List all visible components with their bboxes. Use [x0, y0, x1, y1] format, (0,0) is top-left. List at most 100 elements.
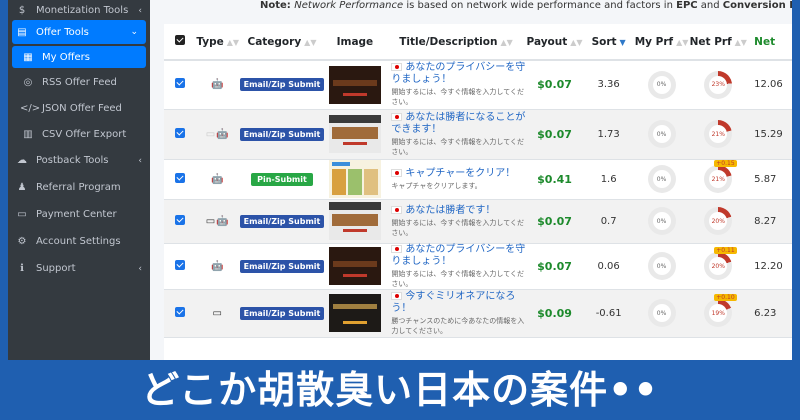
offer-title-text[interactable]: あなたは勝者になることができます！ [391, 112, 525, 135]
offer-title-link[interactable]: あなたのプライバシーを守りましょう！ [391, 244, 526, 268]
android-icon: 🤖 [216, 128, 230, 140]
desktop-icon: ▭ [205, 128, 217, 140]
sidebar-item-account-settings[interactable]: ⚙ Account Settings [8, 228, 150, 255]
col-image: Image [324, 24, 386, 61]
my-prf-cell: 0% [635, 243, 689, 289]
note-and: and [697, 0, 723, 11]
col-net[interactable]: Net [748, 24, 792, 61]
file-icon: ▥ [23, 128, 33, 140]
offer-thumbnail[interactable] [328, 202, 381, 240]
sidebar-item-offer-tools[interactable]: ▤ Offer Tools ⌄ [12, 20, 146, 44]
row-checkbox[interactable] [174, 259, 185, 270]
sort-icon[interactable]: ▲▼ [304, 38, 316, 47]
sort-icon[interactable]: ▲▼ [676, 38, 688, 47]
offer-title-text[interactable]: 今すぐミリオネアになろう！ [391, 291, 515, 314]
net-value: 12.06 [754, 79, 783, 91]
select-all-header[interactable] [164, 24, 196, 61]
row-select-cell[interactable] [164, 289, 196, 337]
table-row[interactable]: 🤖 Pin-Submit キャプチャーをクリア！ キャプチャをクリアします。 $0.41… [164, 159, 792, 199]
row-checkbox[interactable] [174, 78, 185, 89]
sort-cell: 3.36 [583, 60, 635, 109]
offer-title-text[interactable]: あなたは勝者です！ [405, 205, 495, 216]
my-performance-gauge: 0% [647, 299, 676, 327]
sort-desc-icon[interactable]: ▼ [620, 38, 626, 47]
offer-title-link[interactable]: 今すぐミリオネアになろう！ [391, 291, 526, 315]
sort-icon[interactable]: ▲▼ [735, 38, 747, 47]
row-select-cell[interactable] [164, 243, 196, 289]
row-select-cell[interactable] [164, 109, 196, 159]
offer-thumbnail[interactable] [328, 65, 381, 104]
offer-thumbnail[interactable] [328, 115, 381, 153]
row-select-cell[interactable] [164, 159, 196, 199]
image-cell[interactable] [324, 243, 385, 289]
table-row[interactable]: 🤖 Email/Zip Submit あなたのプライバシーを守りましょう！ 開始するに… [164, 60, 792, 109]
row-checkbox[interactable] [174, 172, 185, 183]
image-cell[interactable] [324, 159, 385, 199]
table-row[interactable]: ▭🤖 Email/Zip Submit あなたは勝者になることができます！ 開始するに… [164, 109, 792, 159]
sort-value: 0.7 [600, 215, 617, 227]
device-type-icons: 🤖 [211, 79, 224, 90]
row-select-cell[interactable] [164, 60, 196, 109]
offer-thumbnail[interactable] [328, 247, 381, 285]
sidebar-item-csv-offer-export[interactable]: ▥ CSV Offer Export [8, 121, 150, 147]
device-type-icons: ▭ [212, 308, 222, 319]
net-value-cell: 12.06 [748, 60, 792, 109]
payout-value: $0.09 [537, 306, 572, 320]
offer-title-link[interactable]: キャプチャーをクリア！ [391, 168, 526, 180]
row-checkbox[interactable] [174, 214, 185, 225]
offer-title-text[interactable]: あなたのプライバシーを守りましょう！ [391, 62, 525, 85]
offer-title-link[interactable]: あなたは勝者になることができます！ [391, 112, 526, 136]
my-performance-gauge: 0% [647, 207, 676, 235]
title-cell: あなたは勝者になることができます！ 開始するには、今すぐ情報を入力してください。 [385, 109, 526, 159]
offer-title-text[interactable]: あなたのプライバシーを守りましょう！ [391, 244, 525, 267]
type-cell: 🤖 [196, 243, 240, 289]
image-cell[interactable] [324, 199, 385, 243]
image-cell[interactable] [324, 289, 385, 337]
col-sort[interactable]: Sort ▼ [582, 24, 635, 61]
table-row[interactable]: 🤖 Email/Zip Submit あなたのプライバシーを守りましょう！ 開始するに… [164, 243, 792, 289]
my-prf-cell: 0% [635, 199, 689, 243]
sidebar-item-postback-tools[interactable]: ☁ Postback Tools ‹ [8, 147, 150, 174]
category-cell: Email/Zip Submit [239, 109, 325, 159]
col-category[interactable]: Category ▲▼ [239, 24, 325, 61]
sidebar-item-json-offer-feed[interactable]: </> JSON Offer Feed [8, 95, 150, 121]
sidebar-item-rss-offer-feed[interactable]: ◎ RSS Offer Feed [8, 69, 150, 95]
col-title[interactable]: Title/Description ▲▼ [385, 24, 527, 61]
offer-thumbnail[interactable] [328, 160, 381, 198]
sidebar-item-payment-center[interactable]: ▭ Payment Center [8, 201, 150, 228]
network-performance-gauge: 21% [704, 120, 733, 148]
offer-thumbnail[interactable] [328, 294, 381, 332]
table-row[interactable]: ▭🤖 Email/Zip Submit あなたは勝者です！ 開始するには、今すぐ情報を… [164, 199, 792, 243]
sidebar-item-label: RSS Offer Feed [42, 76, 117, 88]
sidebar-item-referral-program[interactable]: ♟ Referral Program [8, 174, 150, 201]
sort-icon[interactable]: ▲▼ [227, 38, 239, 47]
col-my-prf[interactable]: My Prf ▲▼ [634, 24, 689, 61]
desktop-icon: ▭ [205, 215, 217, 227]
sort-icon[interactable]: ▲▼ [500, 38, 512, 47]
category-cell: Email/Zip Submit [239, 289, 325, 337]
offer-title-text[interactable]: キャプチャーをクリア！ [405, 168, 515, 179]
col-payout[interactable]: Payout ▲▼ [526, 24, 583, 61]
table-row[interactable]: ▭ Email/Zip Submit 今すぐミリオネアになろう！ 勝つチャンスのために… [164, 289, 792, 337]
sort-icon[interactable]: ▲▼ [570, 38, 582, 47]
sidebar-item-monetization-tools[interactable]: $ Monetization Tools ‹ [8, 0, 150, 18]
type-cell: 🤖 [196, 159, 240, 199]
japan-flag-icon [391, 112, 403, 121]
my-prf-cell: 0% [635, 109, 689, 159]
row-select-cell[interactable] [164, 199, 196, 243]
col-net-prf[interactable]: Net Prf ▲▼ [688, 24, 749, 61]
desktop-icon: ▭ [212, 307, 223, 319]
offer-title-link[interactable]: あなたのプライバシーを守りましょう！ [391, 62, 526, 86]
payout-cell: $0.09 [527, 289, 583, 337]
row-checkbox[interactable] [174, 306, 185, 317]
sidebar-item-support[interactable]: ℹ Support ‹ [8, 255, 150, 282]
row-checkbox[interactable] [174, 127, 185, 138]
sidebar-item-my-offers[interactable]: ▦ My Offers [12, 46, 146, 68]
my-prf-cell: 0% [635, 159, 689, 199]
image-cell[interactable] [324, 109, 385, 159]
image-cell[interactable] [324, 60, 385, 109]
col-type[interactable]: Type ▲▼ [195, 24, 240, 61]
offer-title-link[interactable]: あなたは勝者です！ [391, 205, 526, 217]
device-type-icons: 🤖 [211, 174, 224, 185]
select-all-checkbox[interactable] [174, 35, 185, 45]
